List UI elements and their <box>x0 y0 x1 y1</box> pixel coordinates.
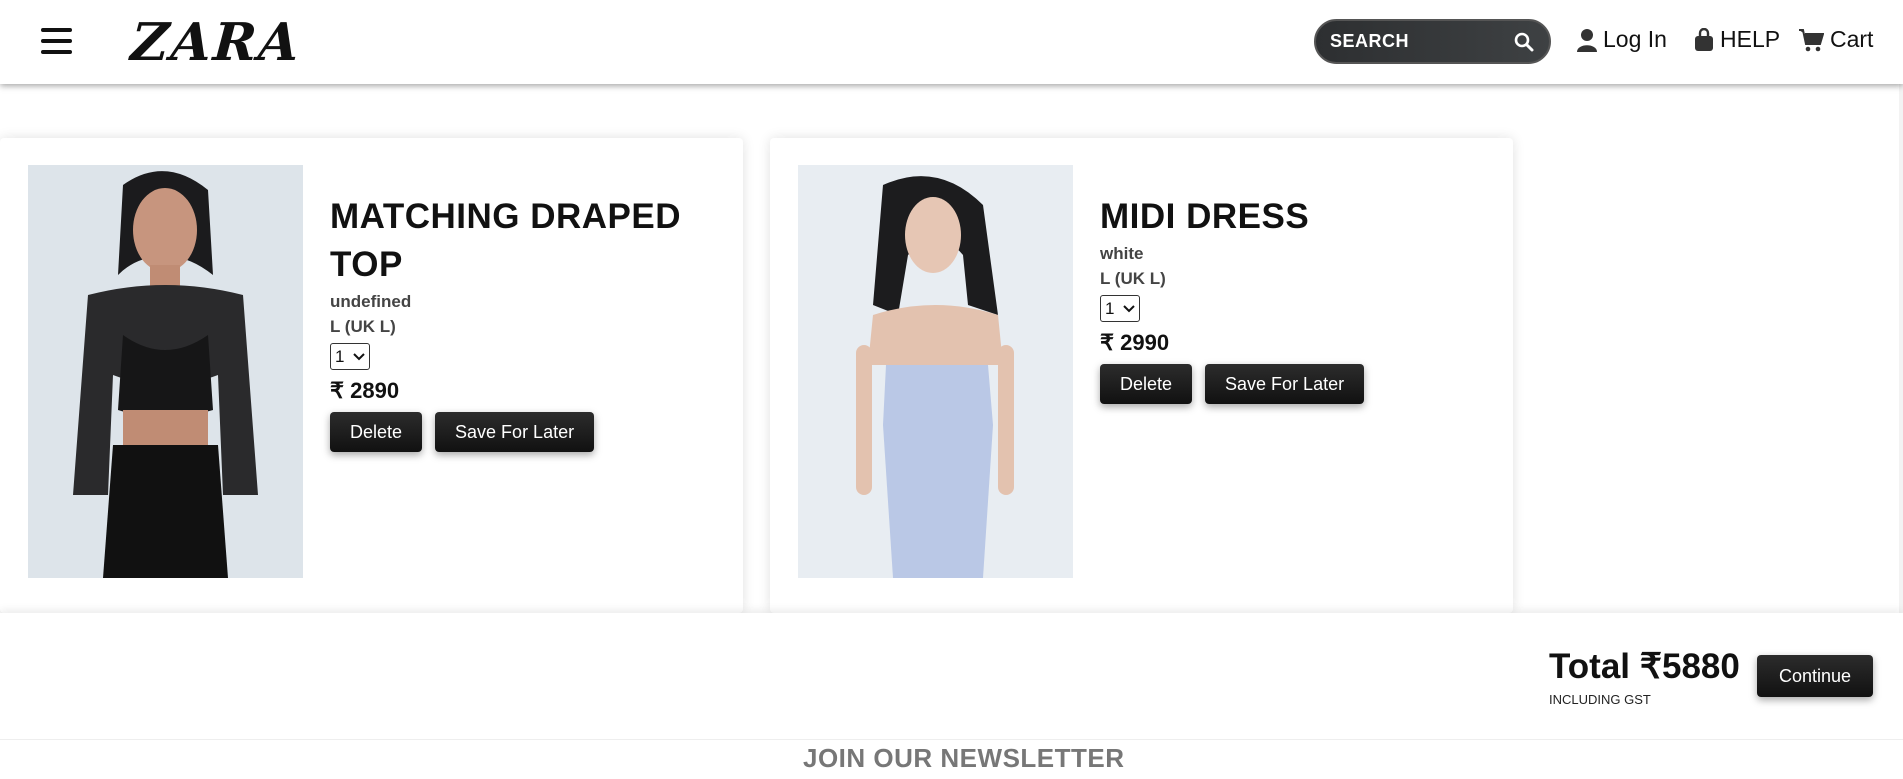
product-details: MATCHING DRAPED TOP undefined L (UK L) 1… <box>330 193 710 452</box>
quantity-select[interactable]: 1 <box>330 343 370 370</box>
product-color: undefined <box>330 292 412 311</box>
continue-button[interactable]: Continue <box>1757 655 1873 697</box>
quantity-value: 1 <box>1105 298 1115 318</box>
cart-label: Cart <box>1830 26 1874 52</box>
shopping-bag-icon <box>1695 27 1713 51</box>
login-link[interactable]: Log In <box>1577 26 1667 53</box>
quantity-value: 1 <box>335 346 345 366</box>
cart-item-card: MIDI DRESS white L (UK L) 1 ₹ 2990 Delet… <box>770 138 1513 613</box>
product-size: L (UK L) <box>330 317 396 336</box>
delete-button[interactable]: Delete <box>1100 364 1193 404</box>
newsletter-section: JOIN OUR NEWSLETTER <box>0 739 1903 779</box>
help-link[interactable]: HELP <box>1694 26 1780 53</box>
cart-item-card: MATCHING DRAPED TOP undefined L (UK L) 1… <box>0 138 743 613</box>
delete-button[interactable]: Delete <box>330 412 423 452</box>
user-icon <box>1577 28 1597 52</box>
search-icon[interactable] <box>1513 31 1535 53</box>
cart-total: Total ₹5880 <box>1549 647 1740 686</box>
quantity-select[interactable]: 1 <box>1100 295 1140 322</box>
menu-icon[interactable] <box>41 28 72 55</box>
chevron-down-icon <box>353 352 365 360</box>
gst-note: INCLUDING GST <box>1549 692 1651 707</box>
product-image[interactable] <box>28 165 303 578</box>
zara-logo[interactable]: ZARA <box>129 12 303 73</box>
cart-icon <box>1799 28 1824 51</box>
help-label: HELP <box>1720 26 1781 52</box>
cart-link[interactable]: Cart <box>1798 26 1873 53</box>
checkout-bar: Total ₹5880 INCLUDING GST Continue <box>0 613 1903 739</box>
product-title[interactable]: MIDI DRESS <box>1100 193 1480 241</box>
product-color: white <box>1100 244 1144 263</box>
save-for-later-button[interactable]: Save For Later <box>1205 364 1365 404</box>
product-size: L (UK L) <box>1100 269 1166 288</box>
product-price: ₹ 2990 <box>1100 330 1170 355</box>
login-label: Log In <box>1603 26 1667 52</box>
product-details: MIDI DRESS white L (UK L) 1 ₹ 2990 Delet… <box>1100 193 1480 404</box>
search-input[interactable]: SEARCH <box>1330 31 1513 52</box>
product-image[interactable] <box>798 165 1073 578</box>
newsletter-heading: JOIN OUR NEWSLETTER <box>803 743 1125 773</box>
chevron-down-icon <box>1123 304 1135 312</box>
save-for-later-button[interactable]: Save For Later <box>435 412 595 452</box>
product-price: ₹ 2890 <box>330 378 400 403</box>
product-title[interactable]: MATCHING DRAPED TOP <box>330 193 710 289</box>
top-header: ZARA SEARCH Log In HELP Cart <box>0 0 1903 84</box>
search-bar[interactable]: SEARCH <box>1314 19 1551 64</box>
